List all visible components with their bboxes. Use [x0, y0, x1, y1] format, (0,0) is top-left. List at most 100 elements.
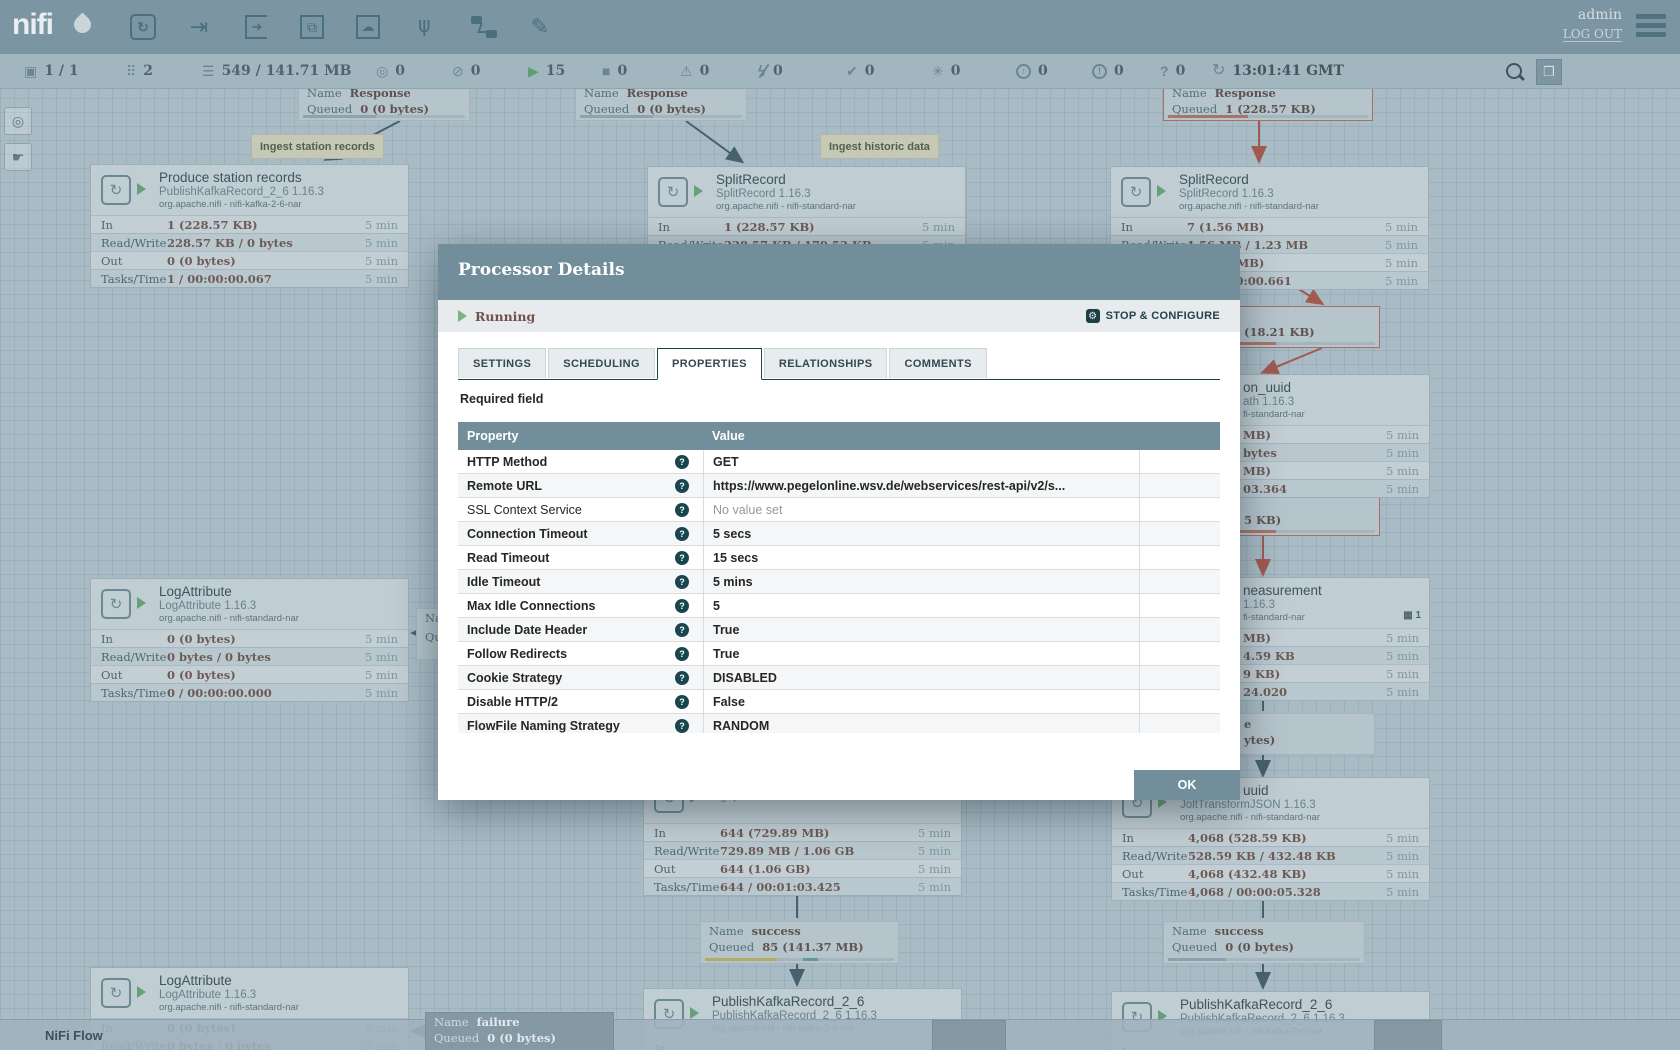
- processor-name: SplitRecord: [1179, 172, 1319, 187]
- navigate-icon: ◎: [12, 113, 24, 130]
- processor-type-icon: ↻: [101, 978, 131, 1008]
- processor-type-icon: ↻: [1121, 177, 1151, 207]
- label-palette-icon[interactable]: ✎: [524, 11, 556, 43]
- table-row: SSL Context Service?No value set: [458, 498, 1220, 522]
- label-text: Ingest station records: [260, 141, 375, 153]
- navigate-panel-button[interactable]: ◎: [4, 107, 32, 135]
- processor-palette-icon[interactable]: ↻: [127, 11, 159, 43]
- funnel-palette-icon[interactable]: ⋔: [408, 11, 440, 43]
- search-icon[interactable]: [1506, 63, 1522, 79]
- queued-fragment: 5 KB): [1244, 513, 1281, 527]
- stop-and-configure-button[interactable]: ⚙ STOP & CONFIGURE: [1086, 309, 1220, 323]
- run-status-strip: Running ⚙ STOP & CONFIGURE: [438, 300, 1240, 332]
- breadcrumb[interactable]: NiFi Flow: [45, 1028, 103, 1043]
- nifi-drop-icon: [70, 12, 94, 36]
- running-icon: [137, 597, 146, 609]
- connection-label[interactable]: Namesuccess Queued0 (0 bytes): [1163, 921, 1365, 964]
- queued-label: Queued: [307, 102, 352, 116]
- active-threads-icon: ⠿: [126, 64, 136, 78]
- help-icon[interactable]: ?: [675, 695, 689, 709]
- processor-name: LogAttribute: [159, 584, 299, 599]
- flow-status-bar: ▣1 / 1 ⠿2 ☰549 / 141.71 MB ◎0 ⊘0 ▶15 ■0 …: [0, 54, 1680, 89]
- queue-size-bar: [580, 115, 742, 118]
- input-port-palette-icon[interactable]: ⇥: [183, 11, 215, 43]
- running-icon: [690, 1007, 699, 1019]
- canvas-label[interactable]: Ingest station records: [251, 134, 384, 159]
- help-icon[interactable]: ?: [675, 671, 689, 685]
- label-text: Ingest historic data: [829, 141, 930, 153]
- processor-type: PublishKafkaRecord_2_6 1.16.3: [159, 186, 324, 198]
- table-header: Property Value: [458, 422, 1220, 450]
- cluster-nodes-icon: ▣: [24, 64, 37, 78]
- remote-process-group-palette-icon[interactable]: ☁: [352, 11, 384, 43]
- dialog-tabs: SETTINGS SCHEDULING PROPERTIES RELATIONS…: [458, 348, 1220, 380]
- running-icon: ▶: [528, 64, 539, 78]
- queued-fragment: (18.21 KB): [1244, 325, 1315, 339]
- locally-modified-stale-icon: !: [1092, 64, 1107, 79]
- process-group-palette-icon[interactable]: ⧉: [296, 11, 328, 43]
- table-row: Read Timeout?15 secs: [458, 546, 1220, 570]
- help-icon[interactable]: ?: [675, 599, 689, 613]
- help-icon[interactable]: ?: [675, 527, 689, 541]
- help-icon[interactable]: ?: [675, 551, 689, 565]
- required-field-note: Required field: [460, 392, 543, 406]
- help-icon[interactable]: ?: [675, 503, 689, 517]
- processor-name: SplitRecord: [716, 172, 856, 187]
- connection-label-fragment[interactable]: [932, 1020, 1006, 1050]
- processor-logattribute[interactable]: ↻ LogAttributeLogAttribute 1.16.3org.apa…: [90, 578, 409, 702]
- processor-produce-station-records[interactable]: ↻ Produce station recordsPublishKafkaRec…: [90, 164, 409, 288]
- help-icon[interactable]: ?: [675, 623, 689, 637]
- help-icon[interactable]: ?: [675, 455, 689, 469]
- processor-name: PublishKafkaRecord_2_6: [1180, 997, 1345, 1012]
- help-icon[interactable]: ?: [675, 479, 689, 493]
- settings-toggle-button[interactable]: ❒: [1536, 59, 1562, 85]
- properties-table: Property Value HTTP Method?GET Remote UR…: [458, 422, 1220, 733]
- table-row: Follow Redirects?True: [458, 642, 1220, 666]
- output-port-palette-icon[interactable]: ➜: [240, 11, 272, 43]
- tab-relationships[interactable]: RELATIONSHIPS: [764, 348, 888, 378]
- processor-type-icon: ↻: [101, 589, 131, 619]
- last-refresh-time: 13:01:41 GMT: [1232, 63, 1344, 79]
- running-icon: [1157, 185, 1166, 197]
- logout-link[interactable]: LOG OUT: [1563, 27, 1622, 42]
- refresh-icon[interactable]: ↻: [1212, 63, 1225, 79]
- table-row: Connection Timeout?5 secs: [458, 522, 1220, 546]
- processor-details-dialog: Processor Details Running ⚙ STOP & CONFI…: [438, 244, 1240, 800]
- table-row: Cookie Strategy?DISABLED: [458, 666, 1220, 690]
- ok-button[interactable]: OK: [1134, 770, 1240, 800]
- tab-comments[interactable]: COMMENTS: [889, 348, 986, 378]
- running-icon: [458, 310, 467, 322]
- global-menu-button[interactable]: [1636, 14, 1666, 38]
- table-row: Include Date Header?True: [458, 618, 1220, 642]
- dialog-header: Processor Details: [438, 244, 1240, 300]
- invalid-icon: ⚠: [680, 64, 693, 78]
- processor-name: PublishKafkaRecord_2_6: [712, 994, 877, 1009]
- stale-icon: ↑: [1016, 64, 1031, 79]
- help-icon[interactable]: ?: [675, 575, 689, 589]
- template-palette-icon[interactable]: [468, 11, 500, 43]
- gear-icon: ⚙: [1086, 309, 1100, 323]
- tab-settings[interactable]: SETTINGS: [458, 348, 546, 378]
- connection-label-fragment[interactable]: [1374, 1020, 1442, 1050]
- cluster-node-badge: ▦ 1: [1403, 610, 1421, 621]
- processor-type-icon: ↻: [658, 177, 688, 207]
- help-icon[interactable]: ?: [675, 647, 689, 661]
- processor-name-fragment: uuid: [1243, 783, 1320, 798]
- table-row: Max Idle Connections?5: [458, 594, 1220, 618]
- stopped-icon: ■: [602, 64, 610, 78]
- queued-icon: ☰: [202, 64, 215, 78]
- name-fragment: e: [1244, 717, 1251, 731]
- queue-size-bar: [1168, 958, 1360, 961]
- connection-label[interactable]: Namesuccess Queued85 (141.37 MB): [700, 921, 899, 964]
- transmitting-icon: ◎: [376, 64, 388, 78]
- canvas-label[interactable]: Ingest historic data: [820, 134, 939, 159]
- tab-properties[interactable]: PROPERTIES: [657, 348, 762, 380]
- connection-label[interactable]: Namefailure Queued0 (0 bytes): [425, 1012, 614, 1050]
- running-icon: [137, 986, 146, 998]
- hand-icon: ☛: [12, 149, 25, 166]
- table-row: Remote URL?https://www.pegelonline.wsv.d…: [458, 474, 1220, 498]
- table-row: HTTP Method?GET: [458, 450, 1220, 474]
- help-icon[interactable]: ?: [675, 719, 689, 733]
- operate-panel-button[interactable]: ☛: [4, 143, 32, 171]
- tab-scheduling[interactable]: SCHEDULING: [548, 348, 655, 378]
